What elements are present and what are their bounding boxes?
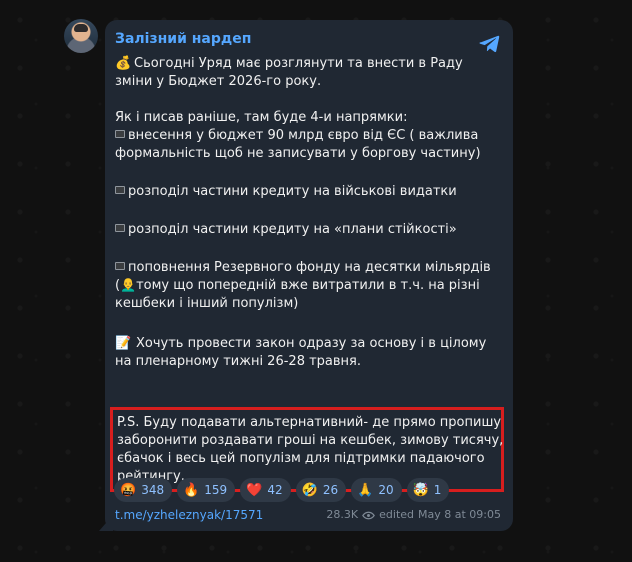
reaction-laugh[interactable]: 🤣 26 xyxy=(295,478,347,502)
message-text: 💰 Сьогодні Уряд має розглянути та внести … xyxy=(110,55,504,492)
bullet-icon xyxy=(115,224,125,232)
pray-icon: 🙏 xyxy=(357,482,374,498)
mind-blown-icon: 🤯 xyxy=(412,482,429,498)
reaction-count: 1 xyxy=(433,483,442,497)
postscript-line: єбачок і весь цей популізм для підтримки… xyxy=(117,451,485,466)
reaction-pray[interactable]: 🙏 20 xyxy=(351,478,402,502)
text-line: внесення у бюджет 90 млрд євро від ЄС ( … xyxy=(115,127,503,145)
reaction-mind-blown[interactable]: 🤯 1 xyxy=(406,478,450,502)
fire-icon: 🔥 xyxy=(183,482,200,498)
reaction-heart[interactable]: ❤️ 42 xyxy=(240,478,291,502)
laughing-face-icon: 🤣 xyxy=(301,482,318,498)
text-line: поповнення Резервного фонду на десятки м… xyxy=(115,259,503,277)
text-line: розподіл частини кредиту на «плани стійк… xyxy=(115,221,503,239)
reaction-fire[interactable]: 🔥 159 xyxy=(177,478,236,502)
text-line: (👨‍🦲тому що попередній вже витратили в т… xyxy=(115,278,480,293)
reaction-count: 42 xyxy=(267,483,283,497)
message-link[interactable]: t.me/yzheleznyak/17571 xyxy=(115,507,263,523)
text-line: Як і писав раніше, там буде 4-и напрямки… xyxy=(115,110,408,125)
text-line: зміни у Бюджет 2026-го року. xyxy=(115,74,322,89)
message-bubble: Залізний нардеп 💰 Сьогодні Уряд має розгл… xyxy=(105,20,513,531)
reaction-count: 348 xyxy=(141,483,165,497)
reaction-angry[interactable]: 🤬 348 xyxy=(114,478,173,502)
bullet-icon xyxy=(115,186,125,194)
money-bag-icon: 💰 xyxy=(115,56,132,71)
bullet-icon xyxy=(115,130,125,138)
text-line: формальність щоб не записувати у боргову… xyxy=(115,146,481,161)
reaction-bar: 🤬 348 🔥 159 ❤️ 42 🤣 26 🙏 20 🤯 1 xyxy=(114,478,450,502)
text-line: 💰 Сьогодні Уряд має розглянути та внести … xyxy=(115,56,463,71)
channel-name[interactable]: Залізний нардеп xyxy=(115,30,251,48)
heart-icon: ❤️ xyxy=(246,482,263,498)
channel-avatar[interactable] xyxy=(64,19,98,53)
notepad-icon: 📝 xyxy=(115,336,132,351)
text-line: розподіл частини кредиту на військові ви… xyxy=(115,183,503,201)
text-line: 📝 Хочуть провести закон одразу за основу … xyxy=(115,336,487,351)
person-icon: 👨‍🦲 xyxy=(120,278,137,293)
postscript-line: заборонити роздавати гроші на кешбек, зи… xyxy=(117,433,504,448)
bullet-icon xyxy=(115,262,125,270)
text-line: на пленарному тижні 26-28 травня. xyxy=(115,354,361,369)
angry-face-icon: 🤬 xyxy=(120,482,137,498)
edited-label: edited xyxy=(379,508,415,521)
telegram-icon[interactable] xyxy=(479,32,501,54)
reaction-count: 20 xyxy=(378,483,394,497)
eye-icon xyxy=(362,511,376,519)
reaction-count: 26 xyxy=(322,483,339,497)
view-count: 28.3K xyxy=(326,508,359,521)
postscript-line: P.S. Буду подавати альтернативний- де пр… xyxy=(117,415,502,430)
reaction-count: 159 xyxy=(204,483,228,497)
message-date: May 8 at 09:05 xyxy=(418,508,501,521)
text-line: кешбеки і інший популізм) xyxy=(115,296,299,311)
message-meta: 28.3K edited May 8 at 09:05 xyxy=(326,507,501,523)
